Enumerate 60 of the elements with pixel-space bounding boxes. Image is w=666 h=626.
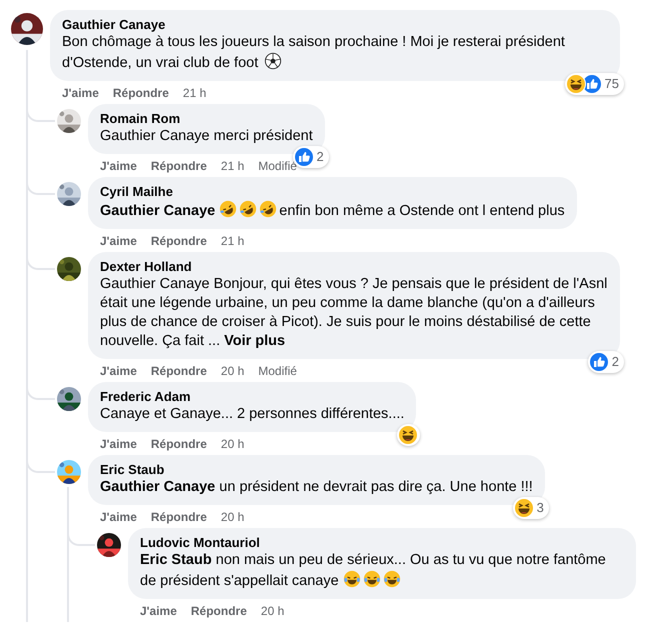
mention-link[interactable]: Eric Staub [140, 552, 212, 568]
action-link[interactable]: Répondre [150, 233, 207, 249]
comment-text: Canaye et Ganaye... 2 personnes différentes.... [100, 405, 404, 424]
see-more-link[interactable]: Voir plus [224, 333, 286, 349]
reaction-count: 2 [610, 353, 620, 372]
thumbs-up-icon [588, 352, 609, 372]
comment-time: 21 h [220, 158, 244, 174]
comment-text: Gauthier Canaye enfin bon même a Ostende ont l entend plus [100, 200, 565, 221]
reaction-count: 75 [604, 75, 620, 94]
reaction-badge[interactable] [397, 424, 420, 446]
action-link[interactable]: Répondre [150, 509, 207, 525]
action-link[interactable]: J'aime [140, 603, 177, 619]
laughing-face-icon [239, 200, 258, 218]
comment-time: 21 h [220, 233, 244, 249]
comment-text: Gauthier Canaye un président ne devrait pas dire ça. Une honte !!! [100, 478, 533, 497]
laughing-face-icon [514, 498, 534, 518]
mention-link[interactable]: Gauthier Canaye [100, 479, 216, 495]
reaction-badge[interactable]: 3 [512, 497, 549, 519]
action-link[interactable]: Répondre [150, 158, 207, 174]
comment-text: Gauthier Canaye merci président [100, 127, 313, 146]
comment-time: 21 h [182, 85, 206, 101]
action-link[interactable]: J'aime [100, 509, 137, 525]
comment-text: Gauthier Canaye Bonjour, qui êtes vous ? Je pensais que le président de l'Asnl était une légende urbaine, un peu comme la dame blanche (qu'on a d'ailleurs plus de chance de croiser à Picot). Je suis pour le moins déstabilisé de cette nouvelle. Ça fait ... Voir plus [100, 275, 608, 351]
comment-text: Eric Staub non mais un peu de sérieux... Ou as tu vu que notre fantôme de président s'appellait canaye [140, 551, 607, 591]
action-link[interactable]: Répondre [112, 85, 169, 101]
soccer-ball-icon [264, 52, 282, 70]
author-link[interactable]: Cyril Mailhe [100, 184, 565, 200]
comment-time: 20 h [220, 363, 244, 379]
comment-text: Bon chômage à tous les joueurs la saison prochaine ! Moi je resterai président d'Ostende, un vrai club de foot [62, 33, 566, 73]
reaction-count: 2 [316, 148, 325, 166]
comment-time: 20 h [220, 436, 244, 452]
action-link[interactable]: J'aime [100, 363, 137, 379]
author-link[interactable]: Romain Rom [100, 111, 313, 127]
author-link[interactable]: Eric Staub [100, 462, 533, 478]
author-link[interactable]: Dexter Holland [100, 259, 608, 275]
laughing-face-icon [566, 74, 586, 94]
author-link[interactable]: Ludovic Montauriol [140, 535, 624, 551]
comment-time: 20 h [260, 603, 284, 619]
author-link[interactable]: Frederic Adam [100, 389, 404, 405]
action-link[interactable]: J'aime [100, 436, 137, 452]
laughing-face-icon [362, 570, 381, 588]
edited-label: Modifié [258, 363, 297, 379]
laughing-face-icon [219, 200, 238, 218]
laughing-face-icon [398, 425, 418, 445]
laughing-face-icon [382, 570, 401, 588]
comment-time: 20 h [220, 509, 244, 525]
author-link[interactable]: Gauthier Canaye [62, 17, 608, 33]
reaction-badge[interactable]: 2 [588, 351, 624, 373]
action-link[interactable]: Répondre [150, 436, 207, 452]
action-link[interactable]: J'aime [100, 158, 137, 174]
action-link[interactable]: J'aime [100, 233, 137, 249]
reaction-badge[interactable]: 75 [564, 73, 624, 95]
thumbs-up-icon [582, 74, 602, 94]
action-link[interactable]: J'aime [62, 85, 99, 101]
reaction-count: 3 [536, 499, 545, 518]
mention-link[interactable]: Gauthier Canaye [100, 203, 216, 219]
action-link[interactable]: Répondre [190, 603, 247, 619]
action-link[interactable]: Répondre [150, 363, 207, 379]
laughing-face-icon [342, 570, 361, 588]
laughing-face-icon [259, 200, 278, 218]
